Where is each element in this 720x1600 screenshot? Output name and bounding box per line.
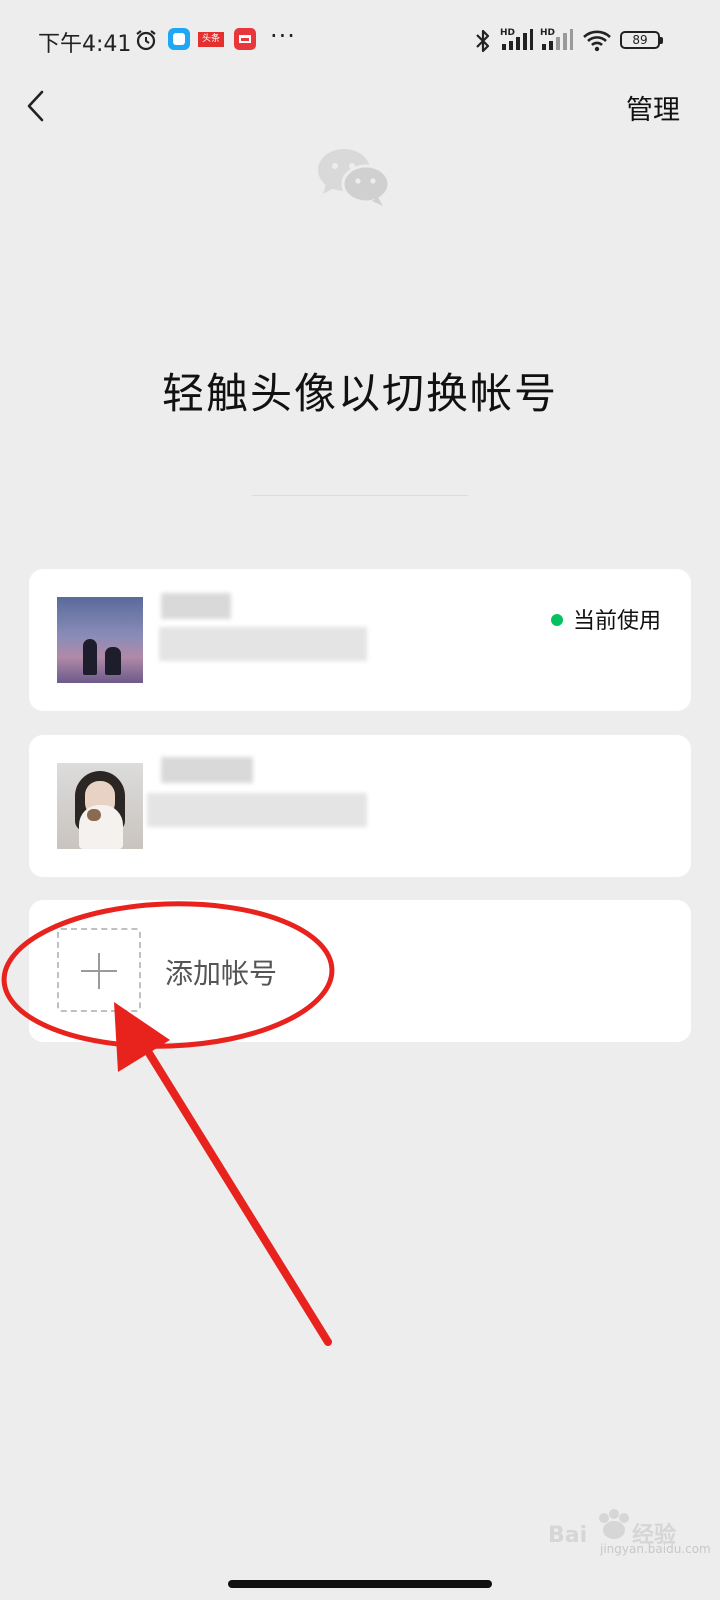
blurred-nickname (161, 593, 231, 619)
more-notifications-icon: ··· (270, 22, 296, 50)
status-bar: 下午4:41 头条 ··· HD HD 89 (0, 0, 720, 84)
home-indicator[interactable] (228, 1580, 492, 1588)
status-label: 当前使用 (572, 609, 661, 634)
add-account-label: 添加帐号 (165, 957, 278, 990)
wifi-icon (583, 30, 611, 52)
app-notification-icon (168, 28, 190, 50)
signal-icon: HD (500, 28, 533, 50)
avatar[interactable] (57, 597, 143, 683)
alarm-icon (136, 30, 156, 51)
blurred-account-id (159, 627, 367, 661)
account-card[interactable] (29, 735, 691, 877)
avatar-figure (105, 647, 121, 675)
arrow-shaft (140, 1041, 332, 1346)
account-card-current[interactable]: 当前使用 (29, 569, 691, 711)
add-icon[interactable] (57, 928, 141, 1012)
plus-vertical (98, 953, 100, 989)
current-indicator-dot (550, 614, 563, 626)
avatar-figure (83, 639, 97, 675)
svg-text:HD: HD (540, 28, 555, 38)
manage-button[interactable]: 管理 (626, 88, 680, 127)
divider (252, 495, 468, 496)
watermark-url: jingyan.baidu.com (600, 1542, 711, 1556)
add-account-button[interactable]: 添加帐号 (29, 900, 691, 1042)
wechat-logo-icon (318, 149, 391, 206)
avatar-cat (79, 805, 123, 849)
status-badge: 当前使用 (550, 603, 661, 635)
bluetooth-icon (476, 29, 490, 53)
mail-app-icon (234, 28, 256, 50)
signal-icon-2: HD (540, 28, 573, 50)
avatar-cat-spot (87, 809, 101, 821)
battery-indicator: 89 (620, 31, 663, 49)
toutiao-icon: 头条 (198, 32, 224, 47)
page-title: 轻触头像以切换帐号 (161, 369, 558, 418)
status-time: 下午4:41 (38, 32, 132, 57)
blurred-nickname (161, 757, 253, 783)
avatar[interactable] (57, 763, 143, 849)
svg-text:Bai: Bai (548, 1523, 587, 1548)
back-arrow-icon[interactable] (22, 88, 52, 124)
svg-text:HD: HD (500, 28, 515, 38)
blurred-account-id (147, 793, 367, 827)
